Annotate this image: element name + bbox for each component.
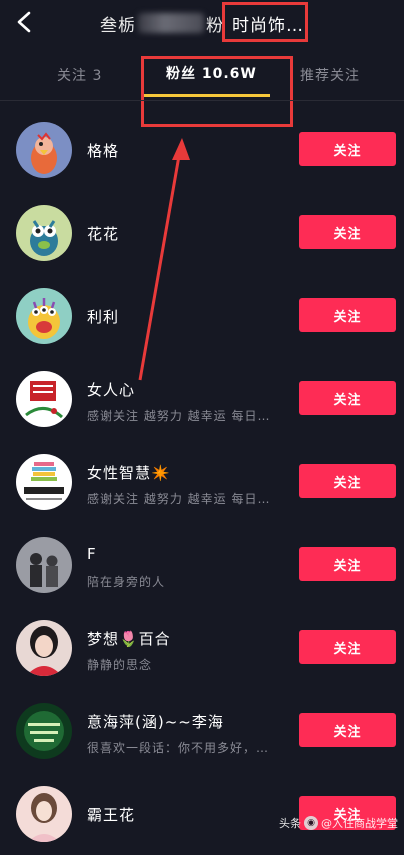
list-item[interactable]: 意海萍(涵)~~李海 很喜欢一段话：你不用多好，… 关注: [0, 689, 404, 772]
list-item[interactable]: 花花 关注: [0, 191, 404, 274]
follow-button[interactable]: 关注: [299, 381, 396, 415]
red-logo-icon[interactable]: [16, 371, 72, 427]
yellow-monster-icon[interactable]: [16, 288, 72, 344]
follow-button[interactable]: 关注: [299, 713, 396, 747]
follow-button[interactable]: 关注: [299, 464, 396, 498]
list-item[interactable]: 女性智慧✴️ 感谢关注 越努力 越幸运 每日… 关注: [0, 440, 404, 523]
title-visible-part: 叁栃: [100, 15, 136, 36]
follower-name: F: [87, 545, 97, 563]
follower-name: 花花: [87, 225, 120, 243]
watermark: 头条 ◉ @入住商战学堂: [279, 815, 398, 831]
list-item[interactable]: 格格 关注: [0, 108, 404, 191]
title-blurred-part: [138, 13, 204, 33]
follower-bio: 静静的思念: [87, 658, 153, 672]
follower-bio: 感谢关注 越努力 越幸运 每日…: [87, 492, 271, 506]
list-item[interactable]: 女人心 感谢关注 越努力 越幸运 每日… 关注: [0, 357, 404, 440]
follow-button[interactable]: 关注: [299, 547, 396, 581]
header: 叁栃 粉 时尚饰…: [0, 0, 404, 46]
follower-name: 梦想🌷百合: [87, 630, 171, 648]
title-annotation-box: [222, 2, 308, 42]
follower-name: 意海萍(涵)~~李海: [87, 713, 224, 731]
follower-name: 女性智慧✴️: [87, 464, 171, 482]
watermark-logo-icon: ◉: [304, 816, 318, 830]
follow-button[interactable]: 关注: [299, 215, 396, 249]
follower-bio: 很喜欢一段话：你不用多好，…: [87, 741, 270, 755]
follower-bio: 感谢关注 越努力 越幸运 每日…: [87, 409, 271, 423]
woman-photo-icon[interactable]: [16, 620, 72, 676]
watermark-prefix: 头条: [279, 817, 301, 830]
follower-bio: 陪在身旁的人: [87, 575, 166, 589]
follower-name: 格格: [87, 142, 120, 160]
chicken-cartoon-icon[interactable]: [16, 122, 72, 178]
couple-photo-icon[interactable]: [16, 537, 72, 593]
tab-recommended[interactable]: 推荐关注: [300, 65, 360, 85]
tabs-divider: [0, 100, 404, 101]
follow-button[interactable]: 关注: [299, 132, 396, 166]
tab-following[interactable]: 关注 3: [57, 65, 102, 85]
list-item[interactable]: F 陪在身旁的人 关注: [0, 523, 404, 606]
green-text-icon[interactable]: [16, 703, 72, 759]
list-item[interactable]: 霸王花 关注: [0, 772, 404, 855]
follower-name: 利利: [87, 308, 120, 326]
woman-portrait-icon[interactable]: [16, 786, 72, 842]
watermark-text: @入住商战学堂: [321, 817, 398, 830]
follower-name: 女人心: [87, 381, 136, 399]
back-arrow-icon[interactable]: [14, 10, 36, 34]
follow-button[interactable]: 关注: [299, 298, 396, 332]
green-monster-icon[interactable]: [16, 205, 72, 261]
list-item[interactable]: 梦想🌷百合 静静的思念 关注: [0, 606, 404, 689]
list-item[interactable]: 利利 关注: [0, 274, 404, 357]
follower-name: 霸王花: [87, 806, 136, 824]
follow-button[interactable]: 关注: [299, 630, 396, 664]
books-logo-icon[interactable]: [16, 454, 72, 510]
